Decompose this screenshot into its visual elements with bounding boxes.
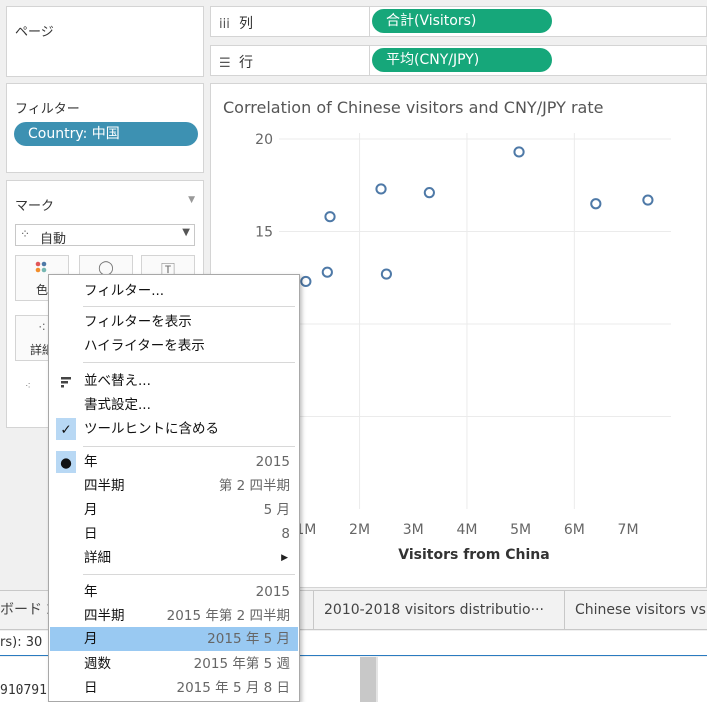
menu-item-month-continuous[interactable]: 月 2015 年 5 月 — [50, 627, 298, 651]
menu-item-show-highlighter[interactable]: ハイライターを表示 — [50, 334, 298, 358]
x-tick-label: 4M — [456, 522, 477, 538]
rows-label: ☰ 行 — [219, 55, 253, 71]
scatter-point — [423, 187, 435, 199]
x-tick-label: 2M — [349, 522, 370, 538]
x-tick-label: 5M — [510, 522, 531, 538]
mark-type-dropdown[interactable]: ⁘ 自動 ▼ — [15, 224, 195, 247]
menu-item-day-continuous[interactable]: 日 2015 年 5 月 8 日 — [50, 676, 298, 700]
menu-item-week-continuous[interactable]: 週数 2015 年第 5 週 — [50, 652, 298, 676]
data-value: 910791 — [0, 683, 47, 698]
visitors-sum-pill[interactable]: 合計(Visitors) — [372, 9, 552, 33]
menu-item-format[interactable]: 書式設定... — [50, 393, 298, 417]
check-icon: ✓ — [56, 418, 76, 440]
status-text: rs): 30 — [0, 635, 43, 650]
context-menu: フィルター... フィルターを表示 ハイライターを表示 並べ替え... 書式設定… — [48, 274, 300, 702]
x-axis-label: Visitors from China — [398, 547, 549, 563]
pages-title: ページ — [15, 25, 54, 40]
scatter-point — [380, 268, 392, 280]
menu-item-include-tooltip[interactable]: ✓ ツールヒントに含める — [50, 417, 298, 441]
filters-title: フィルター — [15, 102, 80, 117]
y-tick-label: 15 — [255, 225, 273, 241]
pages-panel: ページ — [6, 6, 204, 77]
scatter-point — [513, 146, 525, 158]
vertical-scrollbar[interactable] — [360, 657, 376, 702]
scatter-point — [321, 266, 333, 278]
sort-icon — [56, 370, 76, 392]
menu-item-more[interactable]: 詳細 ▶ — [50, 546, 298, 570]
menu-item-year-discrete[interactable]: ● 年 2015 — [50, 450, 298, 474]
tab-visitors-distribution[interactable]: 2010-2018 visitors distributio··· — [313, 591, 565, 629]
scatter-point — [300, 275, 312, 288]
menu-item-quarter-discrete[interactable]: 四半期第 2 四半期 — [50, 474, 298, 498]
scatter-point — [324, 211, 336, 223]
mark-type-icon: ⁘ — [20, 227, 31, 241]
tab-chinese-visitors[interactable]: Chinese visitors vs — [565, 591, 707, 629]
scatter-point — [590, 198, 602, 210]
scroll-divider — [376, 657, 378, 702]
filters-panel: フィルター Country: 中国 — [6, 83, 204, 173]
x-tick-label: 6M — [564, 522, 585, 538]
columns-icon: iii — [219, 17, 230, 32]
country-filter-pill[interactable]: Country: 中国 — [14, 122, 198, 146]
x-tick-label: 7M — [618, 522, 639, 538]
radio-dot-icon: ● — [56, 451, 76, 473]
menu-item-quarter-continuous[interactable]: 四半期 2015 年第 2 四半期 — [50, 604, 298, 628]
submenu-arrow-icon: ▶ — [281, 553, 288, 563]
x-tick-label: 3M — [403, 522, 424, 538]
rate-average-pill[interactable]: 平均(CNY/JPY) — [372, 48, 552, 72]
menu-item-day-discrete[interactable]: 日8 — [50, 522, 298, 546]
marks-title: マーク — [15, 199, 55, 214]
y-tick-label: 20 — [255, 132, 273, 148]
menu-item-sort[interactable]: 並べ替え... — [50, 369, 298, 393]
scatter-point — [642, 194, 654, 206]
menu-item-year-continuous[interactable]: 年 2015 — [50, 580, 298, 604]
columns-label: iii 列 — [219, 16, 253, 32]
marks-collapse-icon[interactable]: ▼ — [188, 195, 195, 205]
mark-type-value: 自動 — [40, 232, 67, 247]
detail-field-icon: ⁖ — [25, 381, 31, 392]
chevron-down-icon: ▼ — [182, 227, 190, 238]
menu-item-show-filter[interactable]: フィルターを表示 — [50, 310, 298, 334]
rows-icon: ☰ — [219, 56, 231, 71]
scatter-point — [375, 183, 387, 195]
menu-item-month-discrete[interactable]: 月5 月 — [50, 498, 298, 522]
menu-item-filter[interactable]: フィルター... — [50, 279, 298, 303]
